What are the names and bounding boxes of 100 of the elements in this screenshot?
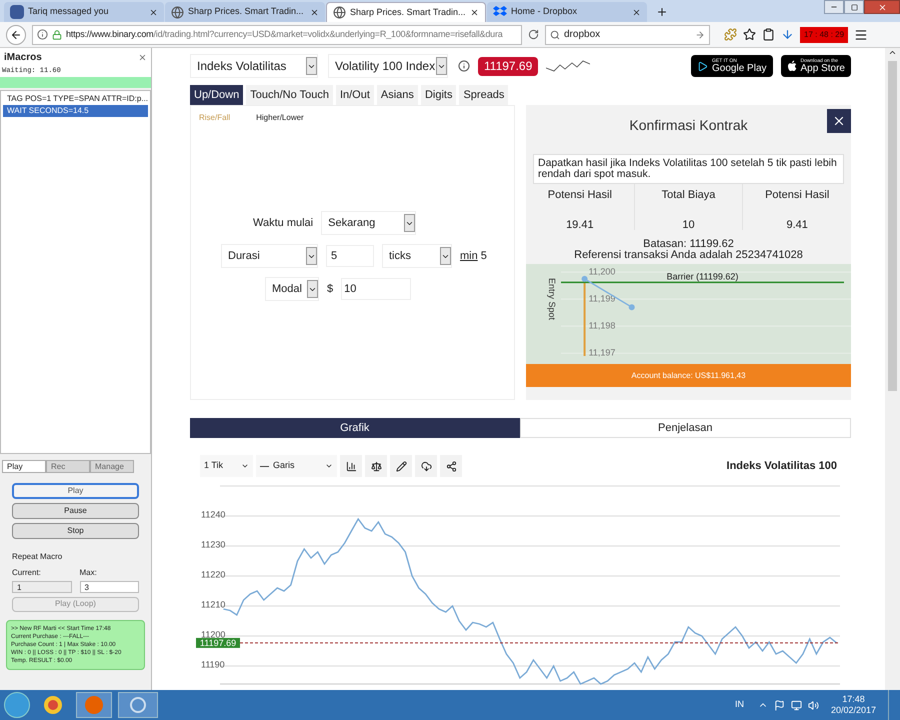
contract-tab[interactable]: Up/Down <box>190 85 244 105</box>
panel-tab[interactable]: Play <box>2 460 46 472</box>
contract-tab[interactable]: Touch/No Touch <box>246 85 333 105</box>
browser-tab[interactable]: Sharp Prices. Smart Tradin... <box>165 2 325 22</box>
cloud-download-icon[interactable] <box>415 455 437 477</box>
panel-tab[interactable]: Manage <box>90 460 134 472</box>
indicators-icon[interactable] <box>340 455 362 477</box>
scroll-up-icon[interactable] <box>888 48 897 57</box>
market-dropdown[interactable]: Indeks Volatilitas <box>190 54 318 78</box>
current-field[interactable]: 1 <box>12 580 72 592</box>
stat-label: Potensi Hasil <box>765 188 830 203</box>
macro-button[interactable]: Stop <box>12 522 139 538</box>
duration-type-dropdown[interactable]: Durasi <box>221 244 318 268</box>
search-icon <box>550 30 560 40</box>
start-button[interactable] <box>4 692 30 718</box>
max-label: Max: <box>80 566 98 578</box>
duration-field[interactable]: 5 <box>326 245 374 267</box>
axis-label: 11,198 <box>588 320 616 331</box>
network-icon[interactable] <box>790 700 802 710</box>
address-field[interactable]: https://www.binary.com/id/trading.html?currency=USD&market=volidx&underlying=R_100&formname=risefall&dura <box>32 24 522 44</box>
time-text: 17:48 <box>842 694 865 705</box>
info-icon[interactable] <box>458 60 470 72</box>
back-button[interactable] <box>6 24 26 44</box>
axis-label: 11200 <box>201 629 226 640</box>
pencil-icon[interactable] <box>390 455 412 477</box>
scrollbar[interactable] <box>885 48 900 690</box>
duration-unit-dropdown[interactable]: ticks <box>382 244 452 268</box>
play-icon <box>697 60 708 72</box>
close-icon <box>878 2 886 12</box>
barrier-text: Batasan: 11199.62 <box>642 239 735 250</box>
max-field[interactable]: 3 <box>80 580 139 592</box>
browser-tab[interactable]: Sharp Prices. Smart Tradin... <box>326 2 486 22</box>
start-time-dropdown[interactable]: Sekarang <box>321 211 416 235</box>
f-logo-icon <box>10 5 24 19</box>
maximize-button[interactable] <box>844 0 864 14</box>
flag-icon[interactable] <box>774 700 785 710</box>
clipboard-icon[interactable] <box>762 28 775 41</box>
price-badge: 11197.69 <box>478 56 538 76</box>
chart-style-dropdown[interactable]: Garis <box>256 455 337 477</box>
currency-label: $ <box>327 282 334 297</box>
apple-logo-icon <box>786 60 797 72</box>
contract-tab[interactable]: Asians <box>376 85 418 105</box>
date-text: 20/02/2017 <box>830 705 876 716</box>
puzzle-icon[interactable] <box>724 28 737 41</box>
contract-type-tab[interactable]: Higher/Lower <box>256 112 304 124</box>
clock-widget: 17 : 48 : 29 <box>800 26 848 42</box>
panel-tab[interactable]: Rec <box>46 460 90 472</box>
repeat-label: Repeat Macro <box>11 550 64 562</box>
amount-field[interactable]: 10 <box>341 278 412 300</box>
stat-value: 19.41 <box>566 218 594 232</box>
search-field[interactable]: dropbox <box>545 24 710 44</box>
contract-tab[interactable]: In/Out <box>336 85 374 105</box>
language-indicator[interactable]: IN <box>734 698 744 712</box>
amount-type-dropdown[interactable]: Modal <box>265 277 319 301</box>
menu-icon[interactable] <box>854 28 868 42</box>
maximize-icon <box>850 4 858 10</box>
close-icon[interactable] <box>632 8 641 16</box>
close-icon[interactable] <box>470 8 479 17</box>
chart-tab[interactable]: Penjelasan <box>520 418 851 438</box>
macro-button[interactable]: Play <box>12 482 139 498</box>
store-name: Google Play <box>712 64 767 74</box>
underlying-dropdown[interactable]: Volatility 100 Index <box>328 54 448 78</box>
axis-title: Entry Spot <box>547 278 557 320</box>
contract-tab[interactable]: Digits <box>420 85 456 105</box>
barrier-label: Barrier (11199.62) <box>666 271 738 282</box>
interval-dropdown[interactable]: 1 Tik <box>200 455 253 477</box>
stat-value: 9.41 <box>786 218 808 232</box>
reload-icon[interactable] <box>528 29 539 40</box>
browser-tab[interactable]: Home - Dropbox <box>487 2 647 22</box>
clock[interactable]: 17:48 20/02/2017 <box>830 694 876 716</box>
macro-button[interactable]: Pause <box>12 502 139 518</box>
close-icon <box>832 114 846 128</box>
price-tag: 11197.69 <box>196 638 240 648</box>
close-button[interactable] <box>827 109 851 133</box>
contract-description: Dapatkan hasil jika Indeks Volatilitas 100 setelah 5 tik pasti lebih rendah dari spot masuk. <box>533 154 844 184</box>
globe-icon <box>171 6 184 18</box>
chevron-down-icon <box>325 462 333 470</box>
new-tab-icon[interactable] <box>656 6 668 18</box>
back-arrow-icon <box>10 28 22 40</box>
axis-label: 11240 <box>201 509 226 520</box>
sparkline-drawing <box>546 59 590 73</box>
stat-label: Potensi Hasil <box>548 188 612 203</box>
scale-icon[interactable] <box>365 455 387 477</box>
current-label: Current: <box>12 566 42 578</box>
volume-icon[interactable] <box>808 700 819 710</box>
browser-tab[interactable]: Tariq messaged you <box>4 2 164 22</box>
contract-tab[interactable]: Spreads <box>459 85 508 105</box>
share-icon[interactable] <box>440 455 462 477</box>
chevron-down-icon <box>241 462 249 470</box>
close-icon[interactable] <box>149 8 158 16</box>
macro-line[interactable]: TAG POS=1 TYPE=SPAN ATTR=ID:p... <box>3 92 148 104</box>
axis-label: 11210 <box>201 599 226 610</box>
chart-tab[interactable]: Grafik <box>190 418 520 438</box>
star-icon[interactable] <box>743 28 756 41</box>
download-icon[interactable] <box>781 28 794 41</box>
url-text: https://www.binary.com/id/trading.html?currency=USD&market=volidx&underlying=R_100&formname=risefall&dura <box>66 28 503 41</box>
arrow-right-icon <box>695 30 705 40</box>
axis-label: 11,200 <box>588 266 616 276</box>
balance-bar: Account balance: US$11.961,43 <box>526 364 851 387</box>
close-icon[interactable] <box>310 8 319 16</box>
